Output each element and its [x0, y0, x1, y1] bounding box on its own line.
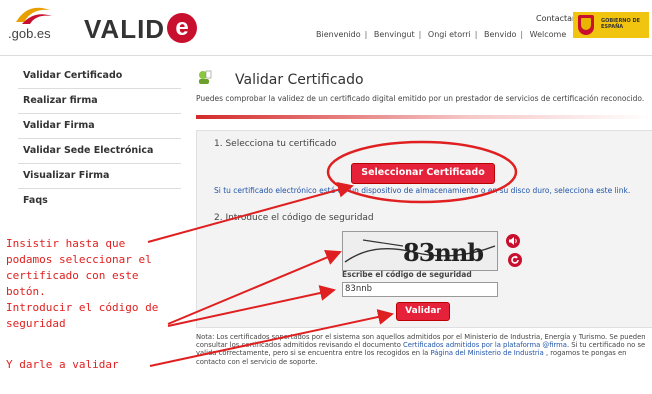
sidebar-item-visualizar-firma[interactable]: Visualizar Firma [18, 164, 181, 189]
lang-link-gl[interactable]: Benvido [484, 30, 516, 39]
gob-es-text: .gob.es [8, 26, 51, 41]
header-divider [0, 55, 652, 56]
gob-swoosh-icon [16, 7, 52, 24]
security-code-label: Escribe el código de seguridad [342, 270, 472, 279]
annotation-instructions: Insistir hasta que podamos seleccionar e… [6, 237, 159, 330]
validation-panel [196, 130, 652, 328]
validate-button[interactable]: Validar [396, 302, 450, 321]
gobierno-logo: GOBIERNO DE ESPAÑA [573, 12, 649, 38]
certificates-doc-link[interactable]: Certificados admitidos por la plataforma… [403, 341, 567, 349]
lang-link-en[interactable]: Welcome [530, 30, 567, 39]
footnote: Nota: Los certificados soportados por el… [196, 333, 646, 366]
select-certificate-button[interactable]: Seleccionar Certificado [351, 163, 495, 184]
title-underline [196, 115, 652, 119]
valide-logo-text: VALID [84, 14, 166, 44]
language-nav: Bienvenido | Benvingut | Ongi etorri | Benv… [316, 30, 567, 39]
lang-link-es[interactable]: Bienvenido [316, 30, 361, 39]
refresh-captcha-icon[interactable] [508, 253, 522, 267]
contact-link[interactable]: Contactar [536, 14, 575, 23]
lang-link-eu[interactable]: Ongi etorri [428, 30, 471, 39]
captcha-text: 83nnb [403, 238, 484, 267]
valide-logo-e: e [167, 13, 197, 43]
audio-captcha-icon[interactable] [506, 234, 520, 248]
gobierno-text: GOBIERNO DE ESPAÑA [601, 18, 641, 30]
step2-label: 2. Introduce el código de seguridad [214, 213, 374, 223]
sidebar-nav: Validar Certificado Realizar firma Valid… [18, 64, 181, 213]
security-code-input[interactable]: 83nnb [342, 282, 498, 297]
storage-device-link[interactable]: Si tu certificado electrónico está en un… [214, 186, 650, 195]
ministry-page-link[interactable]: Página del Ministerio de Industria [430, 349, 543, 357]
gob-es-logo[interactable]: .gob.es [0, 7, 72, 46]
step1-label: 1. Selecciona tu certificado [214, 139, 337, 149]
annotation-validate: Y darle a validar [6, 358, 119, 371]
page-description: Puedes comprobar la validez de un certif… [196, 94, 645, 103]
captcha-image: 83nnb [342, 231, 498, 271]
sidebar-item-validar-firma[interactable]: Validar Firma [18, 114, 181, 139]
sidebar-item-realizar-firma[interactable]: Realizar firma [18, 89, 181, 114]
sidebar-item-validar-sede[interactable]: Validar Sede Electrónica [18, 139, 181, 164]
sidebar-item-faqs[interactable]: Faqs [18, 189, 181, 213]
certificate-icon [199, 70, 212, 84]
page-title: Validar Certificado [235, 72, 364, 88]
lang-link-ca[interactable]: Benvingut [374, 30, 415, 39]
sidebar-item-validar-certificado[interactable]: Validar Certificado [18, 64, 181, 89]
